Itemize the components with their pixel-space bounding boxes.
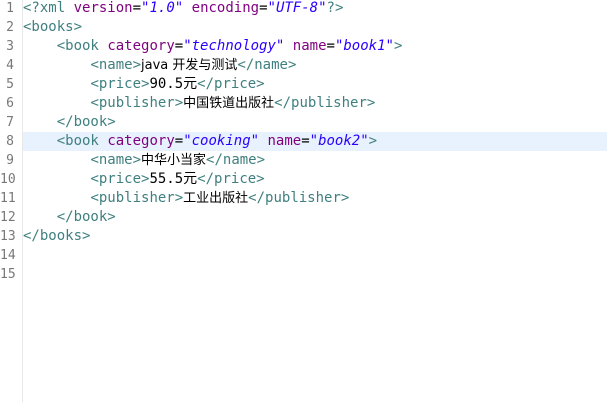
- xml-tag: <price>: [90, 76, 150, 92]
- attribute-name: version: [73, 0, 133, 16]
- line-number: 5: [6, 77, 14, 92]
- equals-sign: =: [174, 38, 184, 54]
- element-text: 90.5元: [149, 76, 198, 92]
- line-number: 10: [0, 172, 16, 187]
- equals-sign: =: [174, 133, 184, 149]
- attribute-name: category: [107, 133, 175, 149]
- code-line[interactable]: <books>: [23, 18, 607, 37]
- equals-sign: =: [326, 38, 335, 54]
- code-line[interactable]: <publisher>中国铁道出版社</publisher>: [23, 94, 607, 113]
- code-line[interactable]: <name>中华小当家</name>: [23, 151, 607, 170]
- xml-editor[interactable]: 1 2 3 4 5 6 7 8 9 10 11 12 13 14 15 <?xm…: [0, 0, 607, 402]
- xml-tag: <name>: [90, 152, 142, 168]
- attribute-name: category: [107, 38, 175, 54]
- xml-pi-close: ?>: [326, 0, 344, 16]
- line-number: 12: [0, 210, 16, 225]
- attribute-value: "1.0": [141, 0, 184, 16]
- line-number: 15: [0, 267, 16, 282]
- xml-tag: </name>: [206, 152, 266, 168]
- xml-tag: <books>: [23, 19, 83, 35]
- code-line[interactable]: </book>: [23, 113, 607, 132]
- xml-tag: </price>: [197, 171, 265, 187]
- xml-tag: </books>: [23, 228, 91, 244]
- line-number: 7: [6, 115, 14, 130]
- line-number: 6: [6, 96, 14, 111]
- code-line[interactable]: </books>: [23, 227, 607, 246]
- attribute-name: encoding: [191, 0, 260, 16]
- attribute-value: "book2": [309, 133, 369, 149]
- line-number: 11: [0, 191, 16, 206]
- line-number-gutter: 1 2 3 4 5 6 7 8 9 10 11 12 13 14 15: [0, 0, 23, 402]
- code-line[interactable]: <publisher>工业出版社</publisher>: [23, 189, 607, 208]
- attribute-value: "cooking": [183, 133, 260, 149]
- xml-tag-close: >: [393, 38, 403, 54]
- line-number: 8: [6, 134, 14, 149]
- line-number: 3: [6, 39, 14, 54]
- element-text: 55.5元: [149, 171, 198, 187]
- element-text: 中华小当家: [141, 153, 207, 168]
- code-line[interactable]: <name>java 开发与测试</name>: [23, 56, 607, 75]
- attribute-name: name: [267, 133, 302, 149]
- xml-tag: </book>: [56, 209, 116, 225]
- xml-tag: </price>: [197, 76, 265, 92]
- line-number: 2: [6, 20, 14, 35]
- code-line-current[interactable]: <book category="cooking" name="book2">: [23, 132, 607, 151]
- xml-tag: </publisher>: [248, 190, 350, 206]
- attribute-value: "book1": [334, 38, 394, 54]
- line-number: 9: [6, 153, 14, 168]
- xml-tag: </publisher>: [274, 95, 376, 111]
- xml-pi-open: <?xml: [23, 0, 66, 16]
- xml-tag-open: <book: [56, 133, 99, 149]
- element-text: 工业出版社: [183, 191, 249, 206]
- line-number: 13: [0, 229, 16, 244]
- xml-tag: <name>: [90, 57, 142, 73]
- code-text-area[interactable]: <?xml version="1.0" encoding="UTF-8"?> <…: [23, 0, 607, 402]
- xml-tag-close: >: [368, 133, 378, 149]
- line-number: 1: [6, 1, 14, 16]
- xml-tag: <price>: [90, 171, 150, 187]
- xml-tag: <publisher>: [90, 190, 184, 206]
- attribute-name: name: [292, 38, 327, 54]
- code-line-xml-declaration[interactable]: <?xml version="1.0" encoding="UTF-8"?>: [23, 0, 607, 18]
- element-text: 中国铁道出版社: [183, 96, 275, 111]
- code-line[interactable]: <price>55.5元</price>: [23, 170, 607, 189]
- element-text: java 开发与测试: [141, 58, 238, 73]
- xml-tag: </book>: [56, 114, 116, 130]
- code-line[interactable]: <book category="technology" name="book1"…: [23, 37, 607, 56]
- equals-sign: =: [132, 0, 142, 16]
- xml-tag: </name>: [237, 57, 297, 73]
- line-number: 14: [0, 248, 16, 263]
- line-number: 4: [6, 58, 14, 73]
- code-line[interactable]: <price>90.5元</price>: [23, 75, 607, 94]
- xml-tag: <publisher>: [90, 95, 184, 111]
- attribute-value: "technology": [183, 38, 285, 54]
- code-line[interactable]: </book>: [23, 208, 607, 227]
- equals-sign: =: [259, 0, 268, 16]
- xml-tag-open: <book: [56, 38, 99, 54]
- equals-sign: =: [301, 133, 310, 149]
- attribute-value: "UTF-8": [267, 0, 327, 16]
